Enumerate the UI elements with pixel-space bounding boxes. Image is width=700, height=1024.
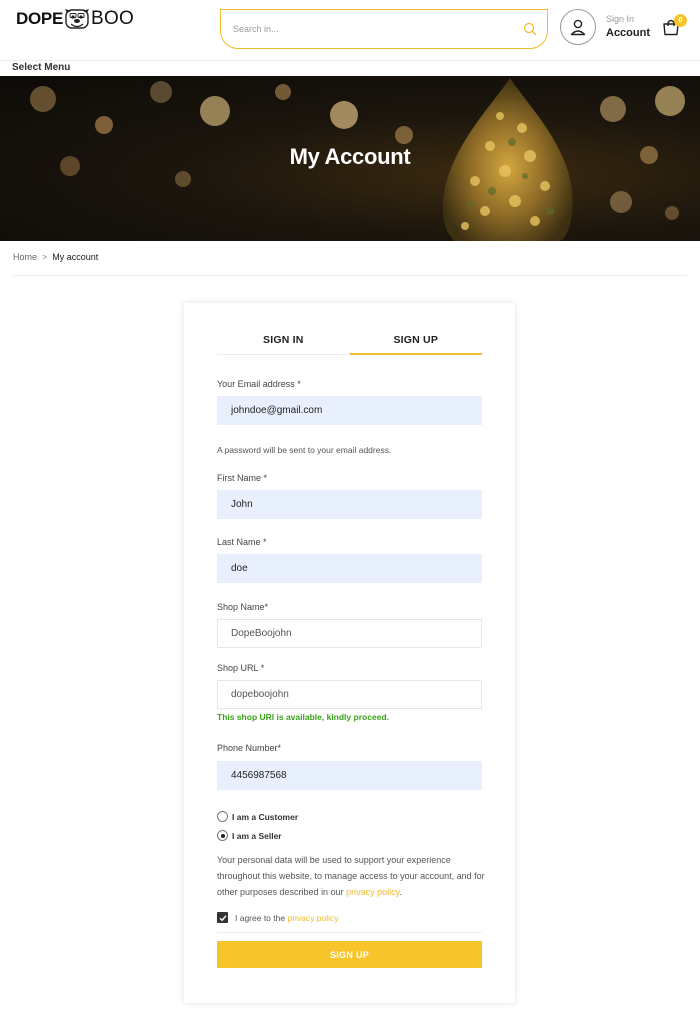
agree-checkbox-row[interactable]: I agree to the privacy policy bbox=[217, 912, 339, 923]
phone-field[interactable] bbox=[217, 761, 482, 790]
email-field[interactable] bbox=[217, 396, 482, 425]
search-icon[interactable] bbox=[523, 22, 537, 36]
password-hint: A password will be sent to your email ad… bbox=[217, 445, 392, 455]
cart-button[interactable]: 0 bbox=[662, 14, 687, 38]
breadcrumb: Home > My account bbox=[13, 252, 98, 262]
agree-divider bbox=[217, 932, 482, 933]
role-customer-option[interactable]: I am a Customer bbox=[217, 811, 298, 822]
account-link[interactable]: Sign In Account bbox=[560, 9, 650, 45]
shop-url-field[interactable] bbox=[217, 680, 482, 709]
site-header: DOPE BOO Sign In Acco bbox=[0, 0, 700, 61]
shop-name-label: Shop Name* bbox=[217, 602, 269, 612]
radio-seller[interactable] bbox=[217, 830, 228, 841]
breadcrumb-home-link[interactable]: Home bbox=[13, 252, 37, 262]
breadcrumb-current: My account bbox=[52, 252, 99, 262]
last-name-label: Last Name * bbox=[217, 537, 267, 547]
check-icon bbox=[219, 914, 227, 921]
site-logo[interactable]: DOPE BOO bbox=[16, 8, 134, 30]
search-box bbox=[220, 9, 548, 49]
tab-sign-up[interactable]: SIGN UP bbox=[349, 331, 483, 355]
tab-sign-in[interactable]: SIGN IN bbox=[217, 331, 350, 354]
shop-url-label: Shop URL * bbox=[217, 663, 265, 673]
auth-tabs: SIGN IN SIGN UP bbox=[217, 331, 482, 355]
agree-text: I agree to the bbox=[235, 912, 286, 923]
role-customer-label: I am a Customer bbox=[232, 811, 299, 822]
logo-word-dope: DOPE bbox=[16, 9, 63, 28]
privacy-notice: Your personal data will be used to suppo… bbox=[217, 852, 485, 900]
page-banner: My Account bbox=[0, 76, 700, 241]
role-seller-label: I am a Seller bbox=[232, 830, 282, 841]
logo-word-boo: BOO bbox=[90, 8, 135, 29]
select-menu-toggle[interactable]: Select Menu bbox=[12, 62, 70, 73]
account-label: Account bbox=[606, 27, 650, 40]
sign-up-button[interactable]: SIGN UP bbox=[217, 941, 482, 968]
agree-privacy-link[interactable]: privacy policy bbox=[287, 913, 338, 923]
first-name-field[interactable] bbox=[217, 490, 482, 519]
sign-in-label: Sign In bbox=[606, 14, 635, 24]
email-label: Your Email address * bbox=[217, 379, 301, 389]
first-name-label: First Name * bbox=[217, 473, 268, 483]
search-input[interactable] bbox=[233, 18, 513, 40]
privacy-notice-end: . bbox=[399, 887, 402, 897]
shop-name-field[interactable] bbox=[217, 619, 482, 648]
privacy-policy-link[interactable]: privacy policy bbox=[346, 887, 399, 897]
breadcrumb-separator: > bbox=[42, 252, 48, 262]
shop-url-status: This shop URl is available, kindly proce… bbox=[217, 712, 389, 722]
cart-count-badge: 0 bbox=[674, 14, 687, 27]
radio-customer[interactable] bbox=[217, 811, 228, 822]
breadcrumb-divider bbox=[13, 275, 687, 276]
bulldog-logo-icon bbox=[64, 9, 89, 29]
role-seller-option[interactable]: I am a Seller bbox=[217, 830, 282, 841]
last-name-field[interactable] bbox=[217, 554, 482, 583]
user-icon bbox=[560, 9, 596, 45]
phone-label: Phone Number* bbox=[217, 743, 282, 753]
account-form-card: SIGN IN SIGN UP Your Email address * A p… bbox=[184, 303, 515, 1003]
page-title: My Account bbox=[289, 144, 411, 169]
agree-checkbox[interactable] bbox=[217, 912, 228, 923]
